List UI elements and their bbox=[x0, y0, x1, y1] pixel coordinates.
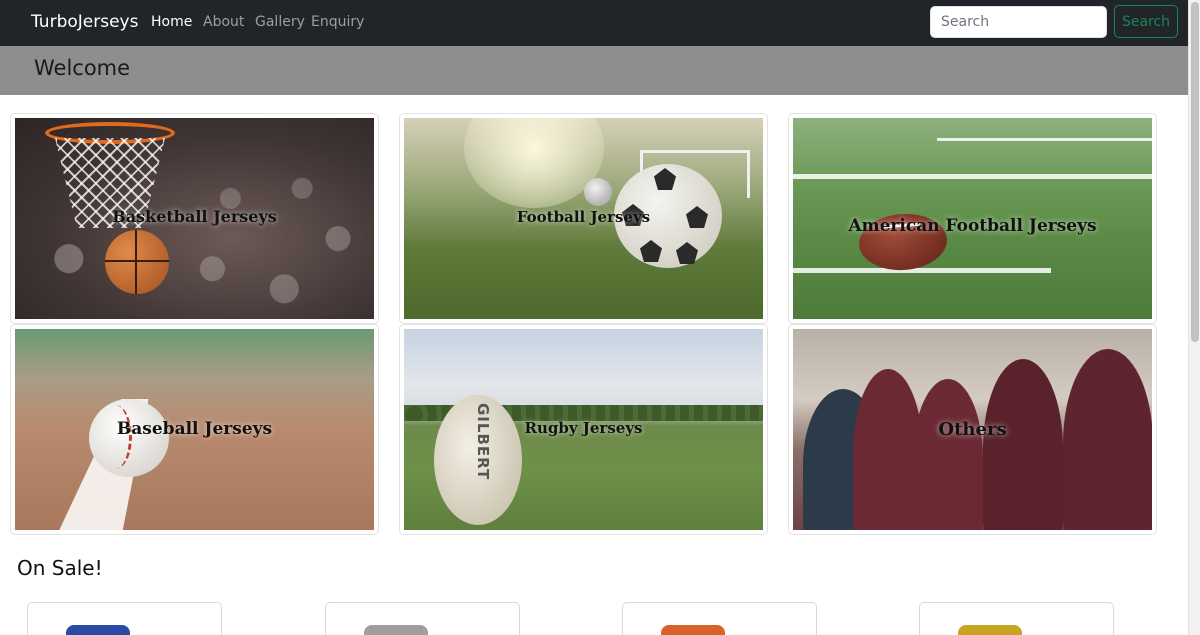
basketball-ball bbox=[105, 230, 169, 294]
category-card-american-football[interactable]: American Football Jerseys bbox=[788, 113, 1157, 324]
field-line bbox=[936, 138, 1152, 141]
jersey-image bbox=[66, 625, 130, 635]
welcome-banner: Welcome bbox=[0, 46, 1188, 95]
nav-link-enquiry[interactable]: Enquiry bbox=[311, 14, 364, 30]
category-label: American Football Jerseys bbox=[848, 216, 1097, 236]
page-title: Welcome bbox=[34, 56, 131, 80]
product-card[interactable] bbox=[919, 602, 1114, 635]
category-label: Basketball Jerseys bbox=[112, 207, 277, 226]
basketball-image: Basketball Jerseys bbox=[15, 118, 374, 319]
search-button[interactable]: Search bbox=[1114, 5, 1178, 38]
football-image: Football Jerseys bbox=[404, 118, 763, 319]
jersey-image bbox=[661, 625, 725, 635]
on-sale-heading: On Sale! bbox=[17, 556, 103, 580]
distant-soccer-ball bbox=[584, 178, 612, 206]
american-football-image: American Football Jerseys bbox=[793, 118, 1152, 319]
team-player bbox=[913, 379, 983, 530]
product-card[interactable] bbox=[622, 602, 817, 635]
product-card[interactable] bbox=[325, 602, 520, 635]
category-card-others[interactable]: Others bbox=[788, 324, 1157, 535]
rugby-image: Rugby Jerseys bbox=[404, 329, 763, 530]
search-input[interactable] bbox=[930, 6, 1107, 38]
nav-link-gallery[interactable]: Gallery bbox=[255, 14, 305, 30]
rugby-ball bbox=[434, 395, 522, 525]
navbar: TurboJerseys Home About Gallery Enquiry … bbox=[0, 0, 1188, 46]
baseball-image: Baseball Jerseys bbox=[15, 329, 374, 530]
category-card-baseball[interactable]: Baseball Jerseys bbox=[10, 324, 379, 535]
jersey-image bbox=[958, 625, 1022, 635]
others-image: Others bbox=[793, 329, 1152, 530]
field-line bbox=[793, 268, 1052, 273]
jersey-image bbox=[364, 625, 428, 635]
category-card-rugby[interactable]: Rugby Jerseys bbox=[399, 324, 768, 535]
page-scrollbar[interactable] bbox=[1188, 0, 1200, 635]
sun-glow bbox=[464, 118, 604, 208]
category-card-basketball[interactable]: Basketball Jerseys bbox=[10, 113, 379, 324]
category-label: Baseball Jerseys bbox=[116, 419, 273, 439]
nav-link-about[interactable]: About bbox=[203, 14, 244, 30]
category-label: Rugby Jerseys bbox=[524, 419, 643, 437]
brand-logo[interactable]: TurboJerseys bbox=[31, 12, 138, 32]
scrollbar-thumb[interactable] bbox=[1191, 2, 1199, 342]
product-card[interactable] bbox=[27, 602, 222, 635]
team-player bbox=[983, 359, 1063, 530]
field-line bbox=[793, 174, 1152, 179]
nav-link-home[interactable]: Home bbox=[151, 14, 192, 30]
category-card-football[interactable]: Football Jerseys bbox=[399, 113, 768, 324]
category-label: Others bbox=[938, 419, 1007, 440]
category-label: Football Jerseys bbox=[516, 208, 651, 226]
